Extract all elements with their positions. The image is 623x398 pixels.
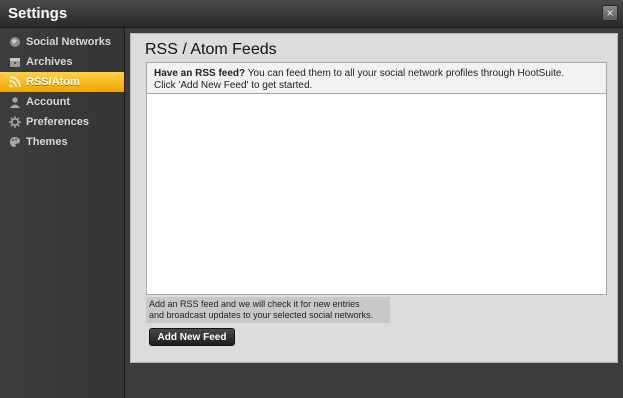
sidebar-item-rss-atom[interactable]: RSS/Atom	[0, 72, 124, 92]
info-line-1: Add an RSS feed and we will check it for…	[149, 299, 360, 309]
window-title: Settings	[8, 5, 68, 22]
sidebar-item-label: Themes	[26, 136, 68, 148]
intro-heading: Have an RSS feed?	[154, 68, 246, 79]
info-line-2: and broadcast updates to your selected s…	[149, 310, 374, 320]
sidebar: Social Networks Archives RSS/Atom Accoun…	[0, 28, 125, 398]
intro-message: Have an RSS feed? You can feed them to a…	[146, 62, 607, 94]
sidebar-item-archives[interactable]: Archives	[0, 52, 124, 72]
sidebar-item-preferences[interactable]: Preferences	[0, 112, 124, 132]
feeds-list[interactable]	[146, 94, 607, 295]
close-button[interactable]: ×	[602, 5, 618, 21]
archive-box-icon	[10, 58, 20, 67]
rss-icon	[9, 76, 21, 88]
info-message: Add an RSS feed and we will check it for…	[146, 297, 390, 323]
globe-icon	[10, 37, 20, 47]
add-new-feed-button[interactable]: Add New Feed	[149, 328, 235, 346]
sidebar-item-label: RSS/Atom	[26, 76, 80, 88]
sidebar-item-label: Preferences	[26, 116, 89, 128]
settings-window: Settings × Social Networks Archives RSS/…	[0, 0, 623, 398]
user-icon	[10, 97, 20, 108]
intro-text: You can feed them to all your social net…	[245, 68, 565, 79]
intro-instruction: Click 'Add New Feed' to get started.	[154, 80, 313, 91]
palette-icon	[10, 137, 20, 147]
sidebar-item-social-networks[interactable]: Social Networks	[0, 32, 124, 52]
page-title: RSS / Atom Feeds	[145, 41, 277, 58]
sidebar-item-label: Archives	[26, 56, 73, 68]
rss-settings-panel: RSS / Atom Feeds Have an RSS feed? You c…	[130, 33, 618, 363]
close-icon: ×	[606, 6, 614, 20]
title-bar: Settings ×	[0, 0, 623, 28]
sidebar-item-label: Social Networks	[26, 36, 111, 48]
sidebar-item-label: Account	[26, 96, 70, 108]
gear-icon	[9, 116, 21, 128]
sidebar-item-themes[interactable]: Themes	[0, 132, 124, 152]
sidebar-item-account[interactable]: Account	[0, 92, 124, 112]
